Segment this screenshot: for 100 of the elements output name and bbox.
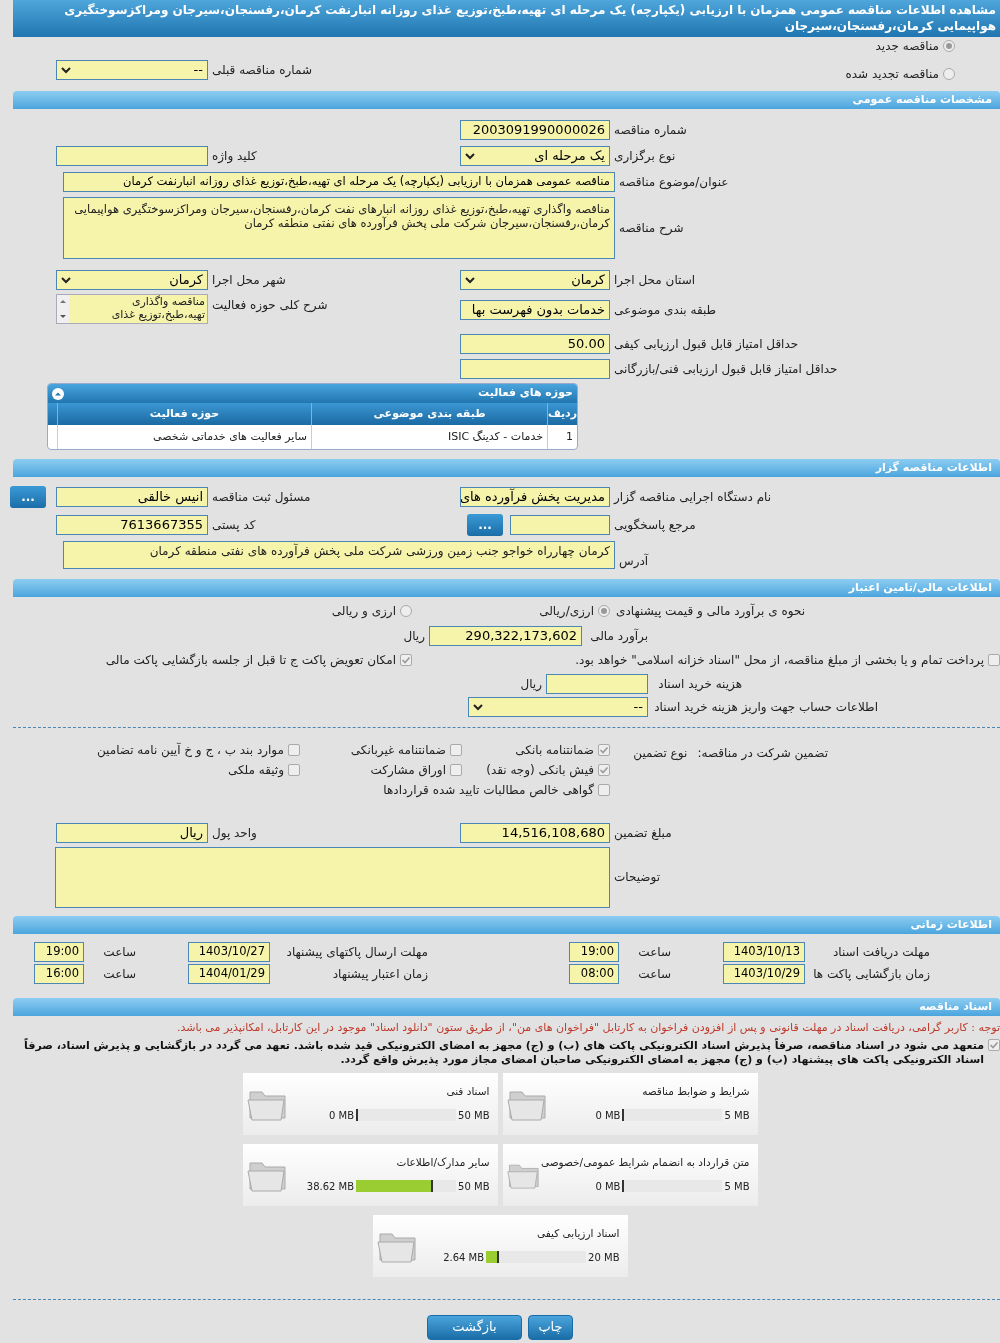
text-field[interactable]: 14,516,108,680 xyxy=(460,823,610,843)
notes-field[interactable] xyxy=(55,846,610,908)
radio-button[interactable] xyxy=(400,605,412,617)
size-used: 38.62 MB xyxy=(306,1179,355,1194)
field-label: ریال xyxy=(403,628,425,645)
radio-button[interactable] xyxy=(943,40,955,52)
text-field[interactable]: 19:00 xyxy=(34,942,84,962)
checkbox[interactable] xyxy=(400,654,412,666)
field-label: شرح مناقصه xyxy=(618,220,685,237)
field-label: امکان تعویض پاکت ج تا قبل از جلسه بازگشایی پاکت مالی xyxy=(105,652,396,669)
size-limit: 5 MB xyxy=(724,1179,750,1194)
field-label: طبقه بندی موضوعی xyxy=(613,302,718,319)
dropdown[interactable]: -- xyxy=(56,60,208,80)
scope-field[interactable]: مناقصه واگذاری تهیه،طبخ،توزیع غذای xyxy=(56,294,208,324)
size-used: 2.64 MB xyxy=(443,1250,485,1265)
action-button[interactable]: چاپ xyxy=(528,1314,573,1340)
text-field[interactable]: 7613667355 xyxy=(56,515,208,535)
field-label: برآورد مالی xyxy=(589,627,648,645)
text-field[interactable]: 2003091990000026 xyxy=(460,120,610,140)
address-field[interactable]: کرمان چهارراه خواجو جنب زمین ورزشی شرکت ملی پخش فرآورده های نفتی منطقه کرمان xyxy=(63,541,615,569)
checkbox[interactable] xyxy=(988,654,1000,666)
dropdown[interactable]: -- xyxy=(468,697,648,717)
checkbox[interactable] xyxy=(450,744,462,756)
section-header: اطلاعات زمانی xyxy=(13,916,1000,934)
text-field[interactable]: 1404/01/29 xyxy=(188,964,270,984)
checkbox[interactable] xyxy=(450,764,462,776)
file-name: متن قرارداد به انضمام شرایط عمومی/خصوصی xyxy=(540,1155,750,1171)
text-field[interactable]: 1403/10/27 xyxy=(188,942,270,962)
field-label: مناقصه جدید xyxy=(875,38,939,55)
text-field[interactable]: خدمات بدون فهرست بها xyxy=(460,300,610,320)
field-label: واحد پول xyxy=(211,825,258,842)
chevron-down-icon xyxy=(473,703,483,711)
column-header: حوزه فعالیت xyxy=(57,403,311,425)
text-field[interactable]: مدیریت پخش فرآورده های xyxy=(460,487,610,507)
section-header: اسناد مناقصه xyxy=(13,998,1000,1016)
text-field[interactable]: 08:00 xyxy=(569,964,619,984)
field-label: زمان اعتبار پیشنهاد xyxy=(331,966,428,983)
browse-button[interactable]: ... xyxy=(10,486,46,508)
table-cell: سایر فعالیت های خدماتی شخصی xyxy=(57,425,311,449)
chevron-down-icon xyxy=(61,276,71,284)
field-label: توضیحات xyxy=(613,869,662,886)
field-label: اطلاعات حساب جهت واریز هزینه خرید اسناد xyxy=(653,699,878,716)
field-label: حداقل امتیاز قابل قبول ارزیابی کیفی xyxy=(613,335,800,353)
field-label: ارزی و ریالی xyxy=(331,603,396,620)
field-label: مرجع پاسخگویی xyxy=(613,517,697,534)
field-label: مهلت ارسال پاکتهای پیشنهاد xyxy=(285,944,428,961)
checkbox[interactable] xyxy=(288,744,300,756)
field-label: شماره مناقصه قبلی xyxy=(211,62,313,79)
checkbox[interactable] xyxy=(598,764,610,776)
field-label: ضمانتنامه غیربانکی xyxy=(350,742,446,759)
browse-button[interactable]: ... xyxy=(467,514,503,536)
radio-button[interactable] xyxy=(598,605,610,617)
chevron-down-icon xyxy=(61,66,71,74)
field-label: گواهی خالص مطالبات تایید شده قراردادها xyxy=(383,782,594,799)
size-used: 0 MB xyxy=(595,1179,621,1194)
text-field[interactable]: 1403/10/13 xyxy=(723,942,805,962)
checkbox[interactable] xyxy=(598,784,610,796)
field-label: ارزی/ریالی xyxy=(539,603,594,620)
section-header: اطلاعات مناقصه گزار xyxy=(13,459,1000,477)
field-label: ساعت xyxy=(637,966,671,983)
text-field[interactable] xyxy=(460,358,610,379)
radio-button[interactable] xyxy=(943,68,955,80)
checkbox[interactable] xyxy=(988,1038,1000,1051)
field-label: مهلت دریافت اسناد xyxy=(832,944,930,961)
field-label: آدرس xyxy=(618,552,650,570)
text-field[interactable] xyxy=(56,146,208,166)
dropdown[interactable]: کرمان xyxy=(56,270,208,290)
text-field[interactable]: ریال xyxy=(56,823,208,843)
dropdown[interactable]: یک مرحله ای xyxy=(460,146,610,166)
dropdown[interactable]: کرمان xyxy=(460,270,610,290)
collapse-icon[interactable] xyxy=(52,387,64,400)
text-field[interactable]: 16:00 xyxy=(34,964,84,984)
size-limit: 20 MB xyxy=(588,1250,620,1265)
field-label: نام دستگاه اجرایی مناقصه گزار xyxy=(612,489,773,506)
description-field[interactable]: مناقصه واگذاری تهیه،طبخ،توزیع غذای روزانه انبارهای نفت کرمان،رفسنجان،سیرجان ومراکزسوختگیری هواپیمایی کرمان،رفسنجان،سیرجان شرکت ملی پخش فرآورده های نفتی منطقه کرمان xyxy=(63,197,615,259)
text-field[interactable] xyxy=(510,515,610,535)
text-field[interactable]: 1403/10/29 xyxy=(723,964,805,984)
size-limit: 50 MB xyxy=(458,1108,490,1123)
text-field[interactable] xyxy=(546,674,648,694)
size-limit: 50 MB xyxy=(458,1179,490,1194)
checkbox[interactable] xyxy=(288,764,300,776)
field-label: اوراق مشارکت xyxy=(370,762,446,779)
field-label: مبلغ تضمین xyxy=(613,825,673,842)
table-cell: 1 xyxy=(547,425,577,449)
field-label: مناقصه تجدید شده xyxy=(845,66,939,83)
field-label: نوع تضمین xyxy=(632,745,688,763)
field-label: کد پستی xyxy=(211,517,257,534)
action-button[interactable]: بازگشت xyxy=(427,1314,522,1340)
table-cell: خدمات - کدینگ ISIC xyxy=(311,425,547,449)
text-field[interactable]: 50.00 xyxy=(460,333,610,354)
text-field[interactable]: مناقصه عمومی همزمان با ارزیابی (یکپارچه) یک مرحله ای تهیه،طبخ،توزیع غذای روزانه انبارنفت کرمان xyxy=(63,172,615,192)
commitment-text: متعهد می شود در اسناد مناقصه، صرفاً پذیرش اسناد الکترونیکی پاکت های (ب) و (ج) مجهز به امضای الکترونیکی قید شده باشد. تعهد می گردد در بازگشایی و پذیرش اسناد، صرفاً اسناد الکترونیکی پاکت های پیشنهاد (ب) و (ج) مجهز به امضای الکترونیکی صاحبان امضای مجاز مورد پذیرش واقع گردد. xyxy=(23,1038,984,1067)
text-field[interactable]: 290,322,173,602 xyxy=(429,626,582,646)
field-label: پرداخت تمام و یا بخشی از مبلغ مناقصه، از محل "اسناد خزانه اسلامی" خواهد بود. xyxy=(575,652,984,669)
text-field[interactable]: 19:00 xyxy=(569,942,619,962)
checkbox[interactable] xyxy=(598,744,610,756)
field-label: کلید واژه xyxy=(211,148,258,165)
text-field[interactable]: انیس خالقی xyxy=(56,487,208,507)
field-label: ساعت xyxy=(102,966,136,983)
field-label: فیش بانکی (وجه نقد) xyxy=(486,762,594,779)
